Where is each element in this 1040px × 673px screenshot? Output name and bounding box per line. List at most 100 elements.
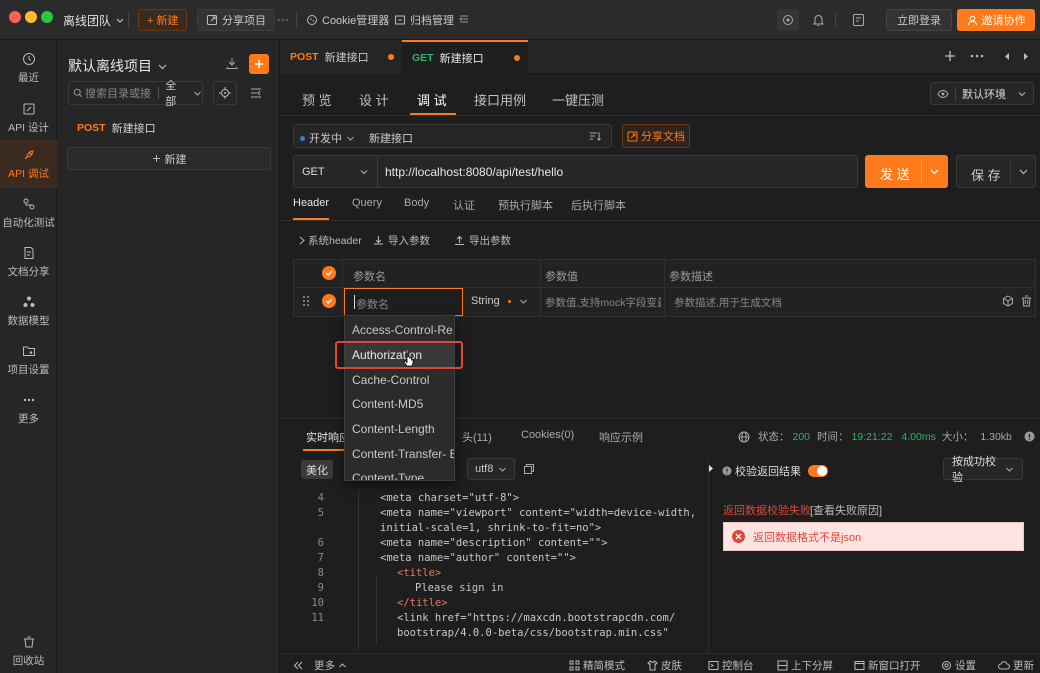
share-doc-button[interactable]: 分享文档 — [622, 124, 690, 148]
drag-handle-icon[interactable] — [302, 295, 310, 307]
nav-api-debug[interactable]: API 调试 — [0, 140, 57, 188]
nav-project-settings[interactable]: 项目设置 — [0, 336, 57, 384]
update-button[interactable]: 更新 — [998, 658, 1034, 673]
tab-get-new-api[interactable]: GET 新建接口 — [402, 40, 528, 74]
split-view-button[interactable]: 上下分屏 — [777, 658, 833, 673]
chevron-down-icon — [519, 297, 528, 306]
notes-icon[interactable] — [852, 13, 865, 27]
chevron-right-icon[interactable] — [708, 464, 714, 473]
tab-query[interactable]: Query — [352, 197, 382, 209]
info-icon — [722, 466, 732, 476]
filter-select[interactable]: 全部 — [165, 77, 187, 109]
minimize-window-button[interactable] — [25, 11, 37, 23]
row-checkbox[interactable] — [322, 294, 336, 308]
team-switcher[interactable]: 离线团队 — [55, 9, 133, 31]
console-button[interactable]: 控制台 — [708, 658, 754, 673]
tree-item-new-api[interactable]: POST 新建接口 — [77, 120, 156, 136]
chevron-down-icon[interactable] — [929, 166, 940, 177]
beautify-button[interactable]: 美化 — [301, 460, 333, 479]
invite-button[interactable]: 邀请协作 — [957, 9, 1035, 31]
sync-icon[interactable] — [777, 9, 799, 31]
maximize-window-button[interactable] — [41, 11, 53, 23]
tab-prev-icon[interactable] — [1003, 52, 1011, 61]
locate-icon[interactable] — [213, 81, 237, 105]
simple-mode-button[interactable]: 精简模式 — [569, 658, 625, 673]
import-params-button[interactable]: 导入参数 — [373, 233, 430, 248]
add-button[interactable] — [249, 54, 269, 74]
tab-cookies[interactable]: Cookies(0) — [521, 429, 574, 441]
url-input[interactable]: http://localhost:8080/api/test/hello — [385, 165, 563, 179]
tab-post-new-api[interactable]: POST 新建接口 — [280, 40, 402, 74]
add-tab-icon[interactable] — [944, 50, 956, 62]
new-button[interactable]: + 新建 — [138, 9, 188, 31]
param-value-input[interactable]: 参数值,支持mock字段变量 — [545, 295, 661, 310]
login-button[interactable]: 立即登录 — [886, 9, 952, 31]
cookie-manager-button[interactable]: Cookie管理器 — [298, 9, 397, 31]
skin-button[interactable]: 皮肤 — [647, 658, 682, 673]
tab-post-script[interactable]: 后执行脚本 — [571, 197, 626, 213]
new-window-button[interactable]: 新窗口打开 — [854, 658, 921, 673]
settings-button[interactable]: 设置 — [941, 658, 976, 673]
tab-header[interactable]: Header — [293, 197, 329, 209]
sort-icon[interactable] — [589, 130, 601, 142]
env-selector[interactable]: 默认环境 — [930, 82, 1034, 105]
import-icon[interactable] — [225, 56, 239, 70]
tab-next-icon[interactable] — [1022, 52, 1030, 61]
export-params-button[interactable]: 导出参数 — [454, 233, 511, 248]
more-menu-button[interactable]: ··· — [277, 12, 289, 26]
nav-doc-share[interactable]: 文档分享 — [0, 238, 57, 286]
system-header-toggle[interactable]: 系统header — [298, 233, 362, 248]
tab-more-icon[interactable] — [970, 52, 984, 60]
tab-response-headers[interactable]: 头(11) — [462, 429, 492, 445]
more-toggle[interactable]: 更多 — [293, 658, 347, 673]
tab-design[interactable]: 设 计 — [359, 90, 389, 109]
copy-icon[interactable] — [523, 463, 535, 475]
project-selector[interactable]: 默认离线项目 — [68, 56, 168, 76]
suggestion-item[interactable]: Content-Type — [352, 471, 424, 480]
validate-toggle[interactable] — [808, 465, 828, 477]
tab-response-example[interactable]: 响应示例 — [599, 429, 643, 445]
search-input[interactable]: 搜索目录或接 全部 — [68, 80, 203, 108]
mock-cube-icon[interactable] — [1002, 295, 1014, 307]
select-all-checkbox[interactable] — [322, 266, 336, 280]
nav-automation-test[interactable]: 自动化测试 — [0, 189, 57, 237]
share-project-button[interactable]: 分享项目 — [197, 9, 275, 31]
send-button[interactable]: 发 送 — [865, 155, 948, 188]
nav-api-design[interactable]: API 设计 — [0, 94, 57, 142]
info-icon[interactable] — [1024, 431, 1035, 442]
tab-preview[interactable]: 预 览 — [302, 90, 332, 109]
validate-mode-select[interactable]: 按成功校验 — [943, 456, 1023, 484]
suggestion-item[interactable]: Cache-Control — [352, 373, 429, 387]
tab-load-test[interactable]: 一键压测 — [552, 90, 604, 109]
archive-manager-button[interactable]: 归档管理 — [386, 9, 462, 31]
method-select[interactable]: GET — [294, 156, 378, 187]
param-name-input[interactable]: 参数名 — [344, 288, 463, 316]
suggestion-item[interactable]: Content-MD5 — [352, 397, 423, 411]
close-window-button[interactable] — [9, 11, 21, 23]
tab-body[interactable]: Body — [404, 197, 429, 209]
bell-icon[interactable] — [812, 13, 825, 27]
suggestion-item[interactable]: Content-Length — [352, 422, 435, 436]
request-name-input[interactable]: 新建接口 — [369, 130, 413, 146]
collapse-list-icon[interactable] — [458, 13, 470, 25]
chevron-down-icon[interactable] — [1018, 166, 1029, 177]
suggestion-item[interactable]: Content-Transfer- E — [352, 447, 454, 461]
encoding-select[interactable]: utf8 — [467, 458, 515, 480]
nav-data-model[interactable]: 数据模型 — [0, 287, 57, 335]
collapse-all-icon[interactable] — [249, 86, 263, 100]
nav-recent[interactable]: 最近 — [0, 44, 57, 92]
nav-more[interactable]: 更多 — [0, 385, 57, 433]
status-select[interactable]: 开发中 — [300, 130, 355, 146]
suggestion-item[interactable]: Access-Control-Re — [352, 323, 453, 337]
save-button[interactable]: 保 存 — [956, 155, 1036, 188]
nav-trash[interactable]: 回收站 — [0, 627, 57, 673]
param-desc-input[interactable]: 参数描述,用于生成文档 — [674, 295, 782, 310]
view-fail-reason-link[interactable]: [查看失败原因] — [810, 502, 882, 518]
param-type-select[interactable]: String — [471, 295, 528, 307]
tab-debug[interactable]: 调 试 — [417, 90, 447, 109]
trash-icon[interactable] — [1021, 295, 1032, 307]
tab-test-cases[interactable]: 接口用例 — [474, 90, 526, 109]
tab-auth[interactable]: 认证 — [453, 197, 475, 213]
new-api-button[interactable]: 新建 — [67, 147, 271, 170]
tab-pre-script[interactable]: 预执行脚本 — [498, 197, 553, 213]
